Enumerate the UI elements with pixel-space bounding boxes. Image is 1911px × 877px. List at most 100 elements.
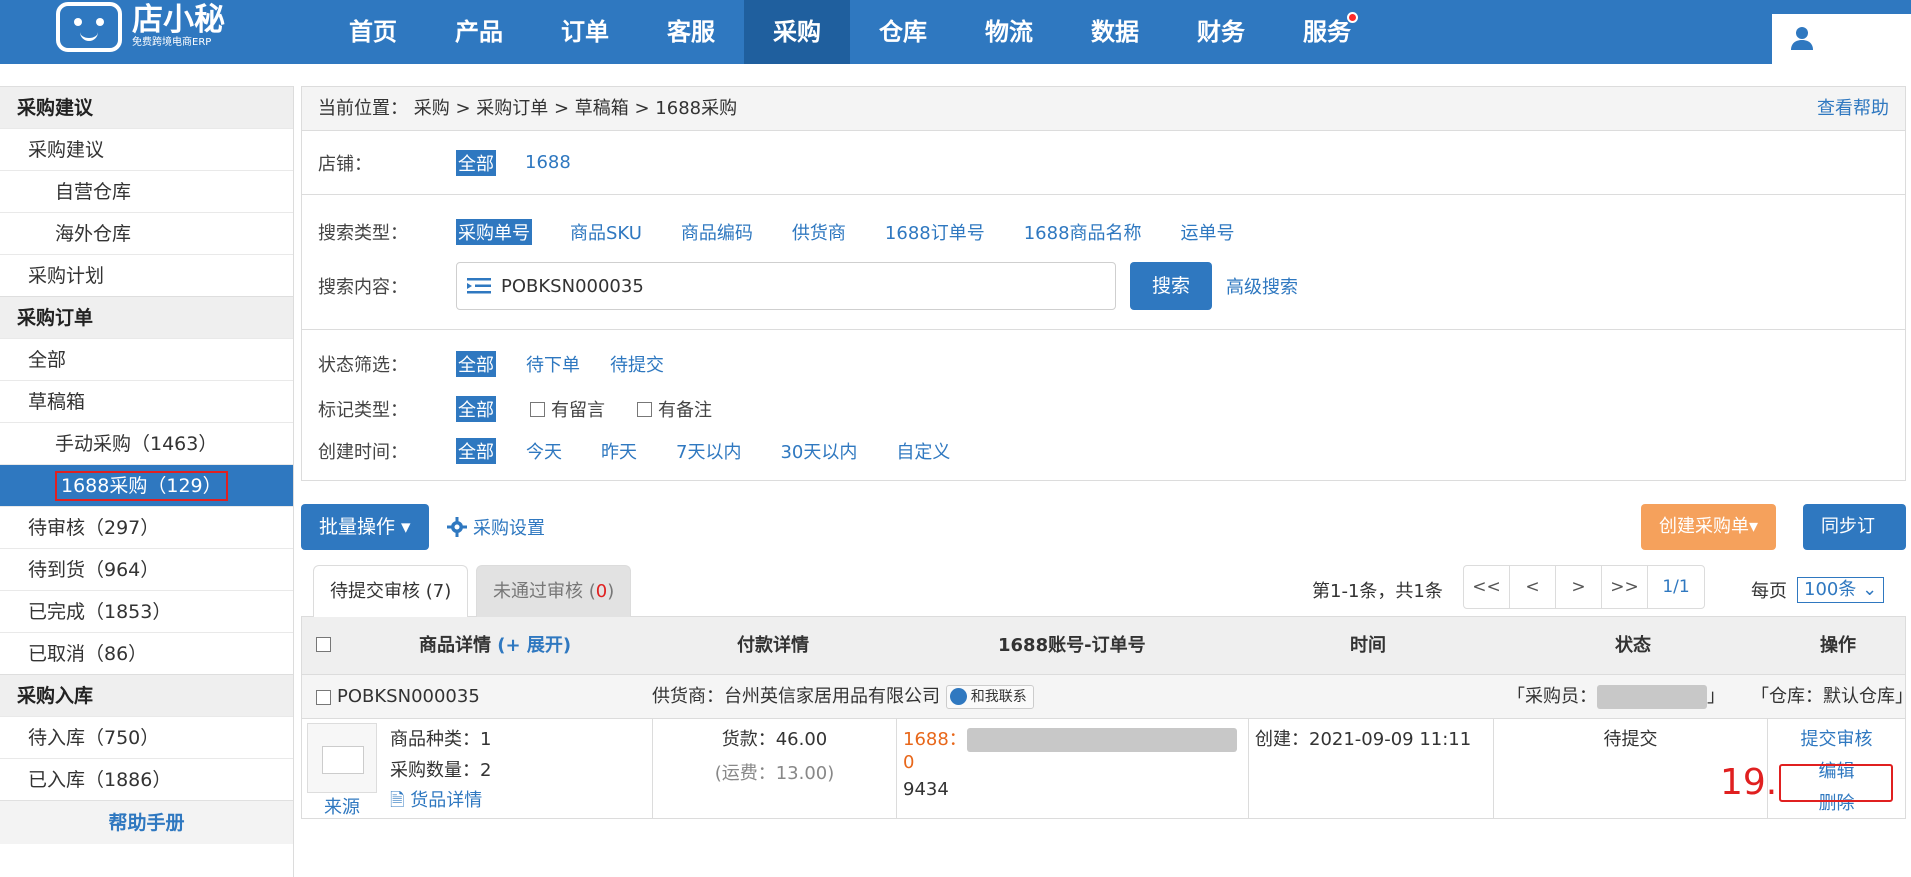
help-manual-link[interactable]: 帮助手册 [0,800,293,844]
user-icon [1791,27,1813,50]
search-type-1688-order[interactable]: 1688订单号 [885,219,985,245]
nav-products[interactable]: 产品 [426,0,532,64]
batch-operations-button[interactable]: 批量操作 ▾ [301,504,429,550]
sidebar-item-1688-label: 1688采购（129） [55,471,228,501]
first-page-button[interactable]: << [1464,566,1510,608]
gear-icon [447,517,467,537]
order-tail: 9434 [903,779,949,800]
highlight-box [1779,764,1893,802]
tab-pending-submit[interactable]: 待提交审核 (7) [313,565,469,618]
sidebar-item-completed[interactable]: 已完成（1853） [0,590,293,632]
sidebar-item-all[interactable]: 全部 [0,338,293,380]
prev-page-button[interactable]: < [1510,566,1556,608]
nav-data[interactable]: 数据 [1062,0,1168,64]
logo-subtitle: 免费跨境电商ERP [132,37,212,48]
shop-1688-option[interactable]: 1688 [525,152,571,173]
last-page-button[interactable]: >> [1602,566,1648,608]
shop-all-option[interactable]: 全部 [456,149,496,176]
sidebar-item-drafts[interactable]: 草稿箱 [0,380,293,422]
sidebar-item-1688-purchase[interactable]: 1688采购（129） [0,464,293,506]
time-custom-option[interactable]: 自定义 [896,438,950,464]
account-cell: 1688：0 9434 [897,719,1249,819]
nav-purchase[interactable]: 采购 [744,0,850,64]
sidebar-item-overseas-warehouse[interactable]: 海外仓库 [0,212,293,254]
sidebar-section-suggestion: 采购建议 [0,86,293,128]
search-type-po-number[interactable]: 采购单号 [456,219,532,245]
sidebar-item-pending-review[interactable]: 待审核（297） [0,506,293,548]
goods-detail-link[interactable]: 🗎 货品详情 [390,786,482,818]
sidebar-item-own-warehouse[interactable]: 自营仓库 [0,170,293,212]
nav-finance[interactable]: 财务 [1168,0,1274,64]
table-header: 商品详情 (+ 展开) 付款详情 1688账号-订单号 时间 状态 操作 [301,617,1906,675]
select-all-checkbox[interactable] [316,636,337,657]
top-navbar: 店小秘 免费跨境电商ERP 首页 产品 订单 客服 采购 仓库 物流 数据 财务… [0,0,1911,64]
sync-orders-button[interactable]: 同步订单 [1803,504,1906,583]
status-label: 状态筛选： [318,355,408,376]
order-summary-row: POBKSN000035 供货商：台州英信家居用品有限公司 和我联系 「采购员：… [301,675,1911,719]
header-product-label: 商品详情 [419,635,491,656]
supplier-name[interactable]: 台州英信家居用品有限公司 [724,686,940,707]
nav-home[interactable]: 首页 [320,0,426,64]
has-message-checkbox[interactable]: 有留言 [530,396,605,422]
time-yesterday-option[interactable]: 昨天 [601,438,637,464]
status-to-submit-option[interactable]: 待提交 [610,351,664,377]
app-logo[interactable]: 店小秘 免费跨境电商ERP [56,2,225,52]
user-menu[interactable] [1772,14,1911,64]
warehouse-info: 「仓库：默认仓库」 [1751,686,1911,707]
source-link[interactable]: 来源 [324,793,360,819]
mark-all-option[interactable]: 全部 [456,396,496,422]
search-input[interactable]: POBKSN000035 [456,262,1116,310]
sidebar-item-pending-inbound[interactable]: 待入库（750） [0,716,293,758]
list-filter-icon [467,278,491,294]
sidebar-item-inbound-done[interactable]: 已入库（1886） [0,758,293,800]
time-30days-option[interactable]: 30天以内 [780,438,857,464]
has-note-checkbox[interactable]: 有备注 [637,396,712,422]
status-to-order-option[interactable]: 待下单 [526,351,580,377]
nav-orders[interactable]: 订单 [532,0,638,64]
sidebar-item-awaiting-arrival[interactable]: 待到货（964） [0,548,293,590]
advanced-search-link[interactable]: 高级搜索 [1226,273,1298,299]
status-filter: 状态筛选： 全部 待下单 待提交 [302,330,1905,388]
time-label: 创建时间： [318,442,408,463]
search-type-sku[interactable]: 商品SKU [570,219,642,245]
status-all-option[interactable]: 全部 [456,351,496,377]
contact-me-button[interactable]: 和我联系 [945,685,1034,709]
nav-logistics[interactable]: 物流 [956,0,1062,64]
search-type-supplier[interactable]: 供货商 [792,219,846,245]
buyer-label: 「采购员： [1507,686,1597,707]
nav-customer-service[interactable]: 客服 [638,0,744,64]
robot-logo-icon [56,2,122,52]
product-thumbnail[interactable] [307,723,377,793]
current-page: 1/1 [1662,577,1690,597]
search-type-tracking[interactable]: 运单号 [1181,219,1235,245]
nav-services[interactable]: 服务 [1274,0,1380,64]
next-page-button[interactable]: > [1556,566,1602,608]
sidebar-item-purchase-plan[interactable]: 采购计划 [0,254,293,296]
per-page-select[interactable]: 100条 ⌄ [1797,577,1885,603]
tab-rejected[interactable]: 未通过审核 (0) [476,565,632,617]
submit-review-link[interactable]: 提交审核 [1768,725,1905,751]
order-status: 待提交 [1603,729,1658,750]
purchase-settings-link[interactable]: 采购设置 [447,514,545,540]
time-all-option[interactable]: 全部 [456,438,496,464]
nav-services-label: 服务 [1303,18,1351,46]
shipping-fee: (运费：13.00) [714,763,835,784]
time-7days-option[interactable]: 7天以内 [676,438,741,464]
sidebar-item-cancelled[interactable]: 已取消（86） [0,632,293,674]
search-button[interactable]: 搜索 [1130,262,1212,310]
search-type-1688-product[interactable]: 1688商品名称 [1024,219,1142,245]
sidebar-item-suggestion[interactable]: 采购建议 [0,128,293,170]
step-annotation: 19. [1720,762,1778,803]
buyer-info: 「采购员： 」 [1507,675,1725,719]
nav-warehouse[interactable]: 仓库 [850,0,956,64]
order-checkbox[interactable]: POBKSN000035 [316,675,480,719]
time-today-option[interactable]: 今天 [526,438,562,464]
expand-toggle[interactable]: (+ 展开) [497,635,571,656]
created-time: 创建：2021-09-09 11:11 [1255,729,1472,750]
view-help-link[interactable]: 查看帮助 [1817,87,1889,131]
search-type-product-code[interactable]: 商品编码 [681,219,753,245]
create-po-button[interactable]: 创建采购单▾ [1641,504,1777,550]
header-product: 商品详情 (+ 展开) [419,617,571,675]
sidebar-item-manual-purchase[interactable]: 手动采购（1463） [0,422,293,464]
purchase-settings-label: 采购设置 [473,518,545,539]
